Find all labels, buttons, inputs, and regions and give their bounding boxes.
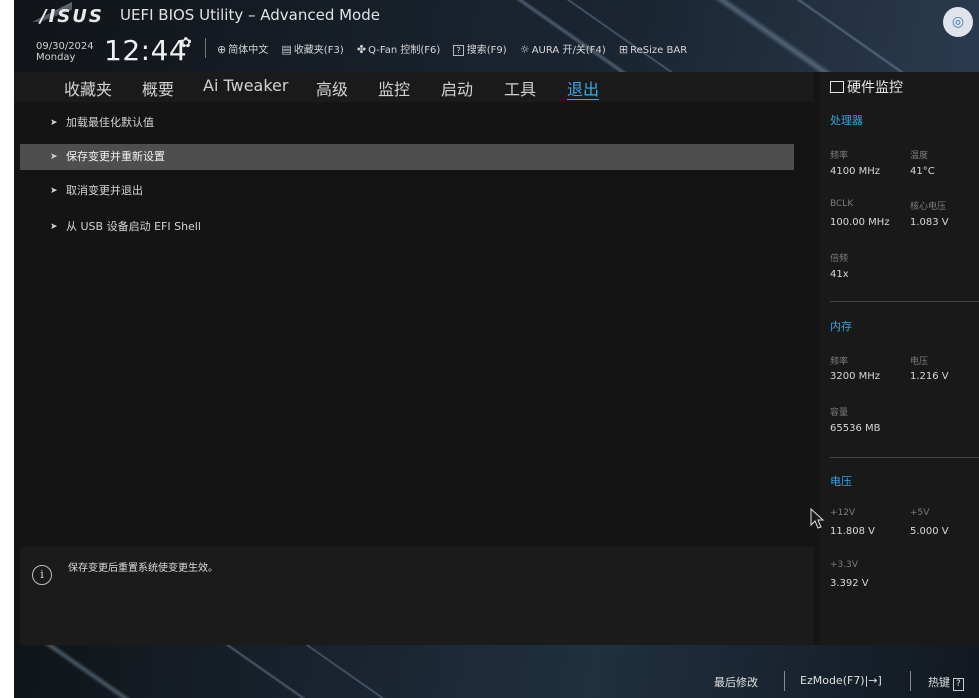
v12-label: +12V	[830, 508, 856, 518]
help-box-icon: ?	[953, 678, 964, 691]
tab-advanced[interactable]: 高级	[316, 76, 348, 100]
hw-divider	[830, 457, 979, 458]
gear-icon[interactable]: ✿	[180, 35, 192, 51]
bclk-label: BCLK	[830, 199, 854, 209]
toolbar: ⊕ 简体中文 ▤ 收藏夹(F3) ✤ Q-Fan 控制(F6) ? 搜索(F9) ☼ AU…	[217, 41, 697, 56]
menu-item-load-defaults[interactable]: ➤ 加载最佳化默认值	[20, 110, 794, 136]
last-modified-button[interactable]: 最后修改	[714, 674, 758, 690]
resize-bar-button[interactable]: ⊞ ReSize BAR	[619, 43, 687, 56]
hw-monitor-title: 硬件监控	[830, 77, 903, 97]
cpu-freq-value: 4100 MHz	[830, 166, 881, 177]
hw-divider	[830, 301, 979, 302]
info-icon: i	[32, 565, 52, 585]
bios-window: /ISUS UEFI BIOS Utility – Advanced Mode …	[14, 0, 979, 698]
v33-value: 3.392 V	[830, 578, 869, 589]
vcore-value: 1.083 V	[910, 217, 949, 228]
header-bar: /ISUS UEFI BIOS Utility – Advanced Mode …	[14, 0, 979, 72]
favorites-button[interactable]: ▤ 收藏夹(F3)	[281, 41, 343, 56]
memory-heading: 内存	[830, 320, 852, 333]
mem-volt-label: 电压	[910, 357, 929, 367]
footer-divider	[910, 671, 911, 691]
cpu-temp-value: 41°C	[910, 166, 935, 177]
help-box-icon: ?	[453, 45, 464, 56]
fan-icon: ✤	[356, 43, 367, 56]
chevron-right-icon: ➤	[50, 118, 58, 128]
date-text: 09/30/2024	[36, 41, 94, 52]
monitor-icon	[830, 81, 844, 93]
cpu-freq-label: 频率	[830, 151, 849, 161]
bclk-value: 100.00 MHz	[830, 217, 890, 228]
exit-menu-list: ➤ 加载最佳化默认值 ➤ 保存变更并重新设置 ➤ 取消变更并退出 ➤ 从 USB…	[14, 102, 814, 542]
clock-display: 12:44	[104, 34, 188, 67]
tab-monitor[interactable]: 监控	[378, 76, 410, 100]
hotkeys-button[interactable]: 热键?	[928, 674, 964, 691]
hardware-monitor-panel: 硬件监控 处理器 频率 温度 4100 MHz 41°C BCLK 核心电压 1…	[820, 72, 979, 645]
favorites-icon: ▤	[281, 43, 292, 56]
weekday-text: Monday	[36, 52, 76, 63]
chevron-right-icon: ➤	[50, 186, 58, 196]
footer-divider	[784, 671, 785, 691]
tab-tool[interactable]: 工具	[504, 76, 536, 100]
app-title: UEFI BIOS Utility – Advanced Mode	[120, 6, 380, 24]
header-divider	[205, 38, 206, 58]
footer-decoration	[189, 645, 323, 698]
menu-item-discard-exit[interactable]: ➤ 取消变更并退出	[20, 178, 794, 204]
help-text: 保存变更后重置系统使变更生效。	[68, 563, 218, 574]
ratio-value: 41x	[830, 269, 849, 280]
brand-logo: /ISUS	[40, 6, 104, 27]
tab-ai-tweaker[interactable]: Ai Tweaker	[203, 76, 288, 95]
header-decoration	[702, 0, 856, 72]
main-tabs: 收藏夹 概要 Ai Tweaker 高级 监控 启动 工具 退出	[14, 72, 814, 102]
date-display: 09/30/2024 Monday	[36, 41, 94, 63]
mem-cap-label: 容量	[830, 408, 849, 418]
v5-label: +5V	[910, 508, 930, 518]
mem-freq-label: 频率	[830, 357, 849, 367]
menu-item-efi-shell[interactable]: ➤ 从 USB 设备启动 EFI Shell	[20, 214, 794, 240]
footer-bar: 最后修改 EzMode(F7)|→] 热键?	[14, 645, 979, 698]
v33-label: +3.3V	[830, 560, 859, 570]
mem-freq-value: 3200 MHz	[830, 371, 881, 382]
chevron-right-icon: ➤	[50, 152, 58, 162]
voltage-heading: 电压	[830, 475, 852, 488]
tab-exit[interactable]: 退出	[567, 76, 599, 100]
aura-icon: ☼	[519, 43, 530, 56]
menu-item-save-reset[interactable]: ➤ 保存变更并重新设置	[20, 144, 794, 170]
tab-overview[interactable]: 概要	[142, 76, 174, 100]
aura-button[interactable]: ☼ AURA 开/关(F4)	[520, 41, 606, 56]
globe-icon: ⊕	[217, 43, 227, 56]
cpu-temp-label: 温度	[910, 151, 929, 161]
mouse-pointer-icon	[810, 508, 825, 529]
help-panel: i 保存变更后重置系统使变更生效。	[20, 547, 814, 645]
tab-favorites[interactable]: 收藏夹	[64, 76, 112, 100]
ezmode-button[interactable]: EzMode(F7)|→]	[800, 674, 882, 687]
language-button[interactable]: ⊕ 简体中文	[217, 41, 268, 56]
mem-cap-value: 65536 MB	[830, 423, 881, 434]
chevron-right-icon: ➤	[50, 222, 58, 232]
v5-value: 5.000 V	[910, 526, 949, 537]
tab-boot[interactable]: 启动	[441, 76, 473, 100]
search-button[interactable]: ? 搜索(F9)	[453, 41, 507, 56]
qfan-button[interactable]: ✤ Q-Fan 控制(F6)	[357, 41, 440, 56]
footer-decoration	[14, 645, 146, 698]
header-decoration	[559, 0, 692, 72]
mem-volt-value: 1.216 V	[910, 371, 949, 382]
cpu-heading: 处理器	[830, 114, 863, 127]
ratio-label: 倍频	[830, 254, 849, 264]
header-decoration	[509, 0, 645, 72]
vcore-label: 核心电压	[910, 202, 947, 212]
v12-value: 11.808 V	[830, 526, 876, 537]
screenshot-icon[interactable]: ◎	[943, 7, 973, 37]
resize-bar-icon: ⊞	[618, 43, 629, 56]
